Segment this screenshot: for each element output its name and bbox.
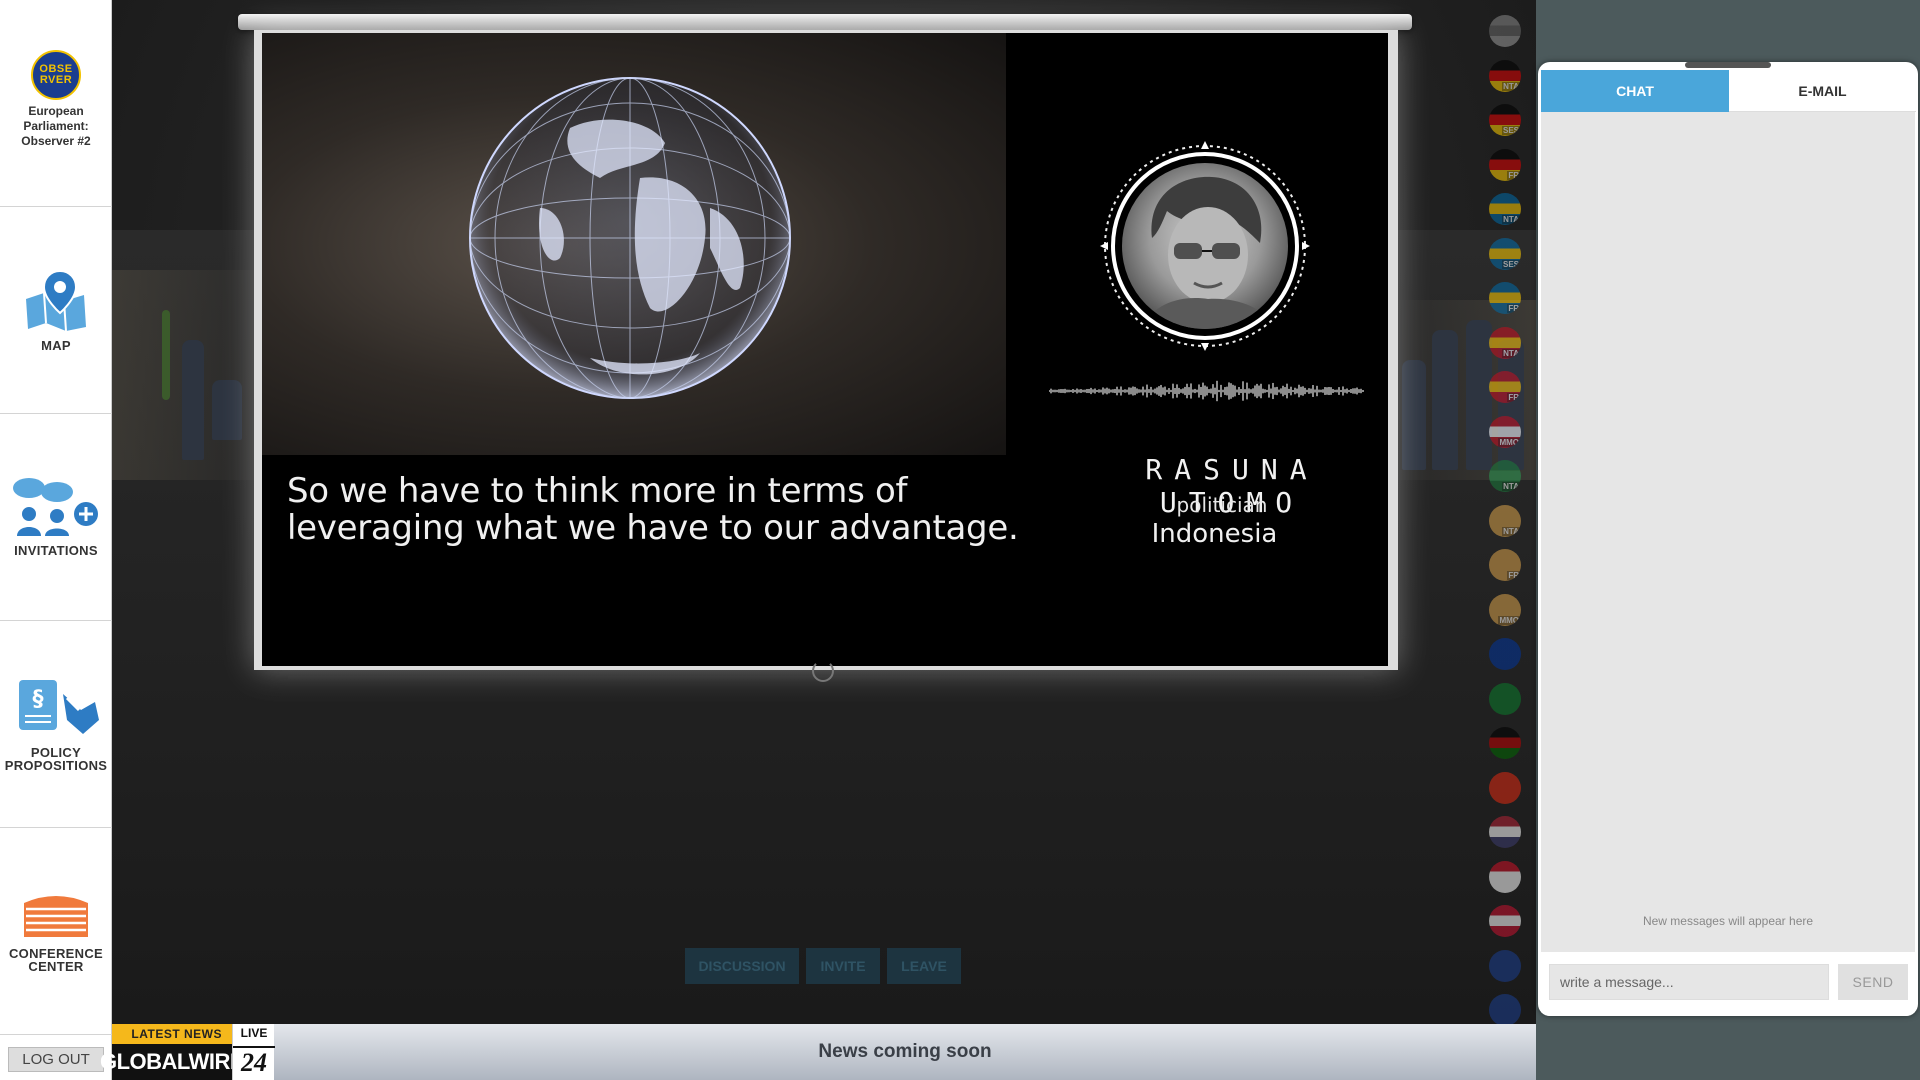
flag-tag: NTA xyxy=(1502,215,1520,224)
tab-email[interactable]: E-MAIL xyxy=(1729,70,1916,112)
video-player[interactable]: So we have to think more in terms of lev… xyxy=(262,33,1388,666)
sidebar-item-policy-propositions[interactable]: § POLICY PROPOSITIONS xyxy=(0,621,112,828)
projector-screen-rod xyxy=(238,14,1412,30)
flag-tag: MMO xyxy=(1498,615,1520,625)
flag-tag: FR xyxy=(1507,393,1520,402)
sidebar-item-label: INVITATIONS xyxy=(14,542,98,558)
flag-tag: SES xyxy=(1501,126,1520,135)
participant-flag-icon[interactable]: NTA xyxy=(1489,59,1521,92)
participant-flag-icon[interactable] xyxy=(1489,905,1521,937)
flag-tag: NTA xyxy=(1502,482,1520,491)
participant-flag-icon[interactable]: NTA xyxy=(1489,460,1521,492)
participant-flag-icon[interactable]: FR xyxy=(1489,371,1521,403)
participant-flag-icon[interactable]: FR xyxy=(1489,549,1521,581)
flag-tag: FR xyxy=(1507,304,1520,313)
observer-logo-badge: OBSE RVER xyxy=(31,50,81,100)
participant-flag-icon[interactable]: SES xyxy=(1489,237,1521,270)
participant-flag-icon[interactable] xyxy=(1489,727,1521,759)
video-subtitle: So we have to think more in terms of lev… xyxy=(287,471,1019,548)
participant-flag-icon[interactable]: MMO xyxy=(1489,593,1521,626)
news-ticker: LATEST NEWS GLOBALWIRE LIVE 24 News comi… xyxy=(100,1024,1536,1080)
background-person xyxy=(1402,360,1426,470)
send-button[interactable]: SEND xyxy=(1838,964,1908,1000)
flag-tag: FR xyxy=(1507,571,1520,580)
flag-tag: NTA xyxy=(1502,81,1520,91)
participant-flag-icon[interactable]: FR xyxy=(1489,282,1521,314)
chat-message-area xyxy=(1541,112,1915,952)
sidebar-item-conference-center[interactable]: CONFERENCE CENTER xyxy=(0,828,112,1035)
video-globe-footage xyxy=(262,33,1006,455)
chat-window: CHAT E-MAIL New messages will appear her… xyxy=(1538,62,1918,1016)
participant-flag-icon[interactable] xyxy=(1489,15,1521,47)
map-pin-icon xyxy=(26,269,86,331)
participant-flag-icon[interactable] xyxy=(1489,638,1521,670)
sidebar-item-label: CONFERENCE CENTER xyxy=(8,946,103,974)
observer-caption: European Parliament: Observer #2 xyxy=(21,104,91,148)
plant-decoration xyxy=(162,310,170,400)
leave-button[interactable]: LEAVE xyxy=(887,948,961,984)
participant-flag-icon[interactable] xyxy=(1489,682,1521,715)
logo-text-line2: RVER xyxy=(39,74,73,86)
svg-text:§: § xyxy=(33,687,44,712)
news-headline: News coming soon xyxy=(818,1041,992,1062)
participant-flag-icon[interactable]: FR xyxy=(1489,148,1521,181)
speaker-portrait xyxy=(1100,141,1310,351)
live-number: 24 xyxy=(233,1046,275,1078)
chat-message-input[interactable] xyxy=(1549,964,1829,1000)
observer-logo: OBSE RVER European Parliament: Observer … xyxy=(0,0,112,207)
audio-waveform xyxy=(1049,380,1364,402)
sidebar: OBSE RVER European Parliament: Observer … xyxy=(0,0,112,1080)
background-person xyxy=(1498,340,1524,470)
sidebar-item-label: POLICY PROPOSITIONS xyxy=(4,745,108,773)
invite-button[interactable]: INVITE xyxy=(806,948,880,984)
participant-flag-icon[interactable]: NTA xyxy=(1489,193,1521,225)
speaker-silhouette xyxy=(1142,176,1272,329)
sidebar-item-map[interactable]: MAP xyxy=(0,207,112,414)
speaker-role: politician xyxy=(1176,493,1268,517)
latest-news-label: LATEST NEWS xyxy=(112,1024,232,1044)
speaker-photo xyxy=(1122,163,1288,329)
participant-flag-icon[interactable] xyxy=(1489,771,1521,804)
background-chair xyxy=(212,380,242,440)
globalwire-brand: GLOBALWIRE xyxy=(100,1044,245,1080)
chat-input-row: SEND xyxy=(1541,952,1915,1016)
live-label: LIVE xyxy=(240,1026,268,1040)
flag-tag: NTA xyxy=(1502,348,1520,358)
chat-empty-state: New messages will appear here xyxy=(1642,914,1814,928)
tab-chat[interactable]: CHAT xyxy=(1541,70,1729,112)
invite-people-icon xyxy=(13,477,98,536)
background-scene-left xyxy=(112,270,262,480)
participant-flag-icon[interactable] xyxy=(1489,860,1521,893)
flag-tag: NTA xyxy=(1502,526,1520,536)
background-person xyxy=(1432,330,1458,470)
background-person xyxy=(182,340,204,460)
conference-building-icon xyxy=(24,896,88,937)
policy-document-icon: § xyxy=(19,680,99,734)
participant-flag-icon[interactable]: NTA xyxy=(1489,504,1521,537)
speaker-country: Indonesia xyxy=(1151,519,1278,549)
chat-window-handle xyxy=(1685,62,1771,68)
participant-flag-icon[interactable] xyxy=(1489,816,1521,848)
participant-flag-icon[interactable] xyxy=(1489,994,1521,1024)
logout-button[interactable]: LOG OUT xyxy=(8,1047,104,1072)
live-badge: LIVE 24 xyxy=(232,1024,275,1080)
loading-spinner-icon xyxy=(812,660,834,682)
participant-flag-icon[interactable] xyxy=(1489,949,1521,982)
flag-tag: FR xyxy=(1507,170,1520,180)
participant-flag-icon[interactable]: NTA xyxy=(1489,326,1521,359)
flag-tag: SES xyxy=(1501,259,1520,269)
flag-tag: MMO xyxy=(1498,437,1520,447)
participant-flag-icon[interactable]: MMO xyxy=(1489,415,1521,448)
sidebar-item-label: MAP xyxy=(41,337,71,353)
discussion-button[interactable]: DISCUSSION xyxy=(685,948,799,984)
globe-graphic xyxy=(469,77,791,399)
sidebar-item-invitations[interactable]: INVITATIONS xyxy=(0,414,112,621)
conference-stage: So we have to think more in terms of lev… xyxy=(112,0,1536,1024)
participant-flag-icon[interactable]: SES xyxy=(1489,104,1521,136)
